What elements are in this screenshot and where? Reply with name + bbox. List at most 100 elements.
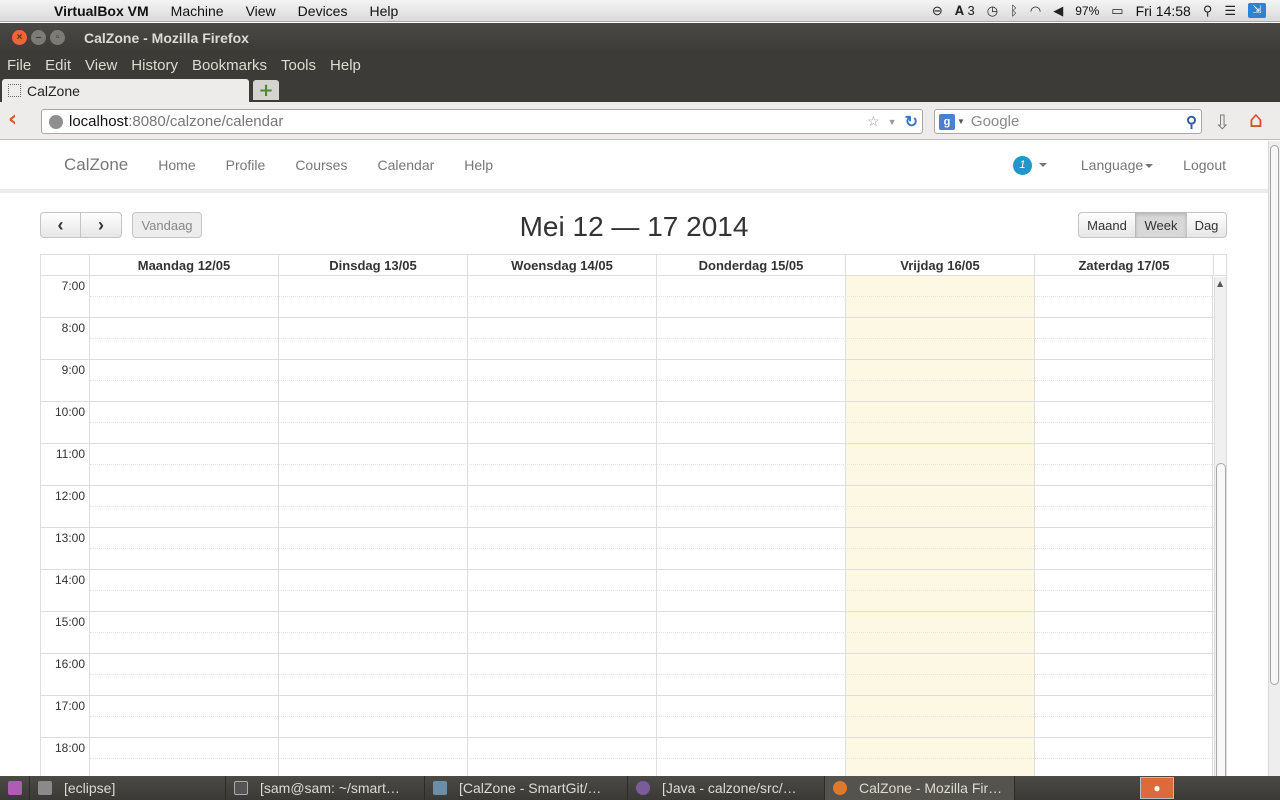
slot-cell[interactable] — [90, 444, 279, 485]
slot-cell[interactable] — [279, 654, 468, 695]
slot-cell[interactable] — [468, 318, 657, 359]
view-day-button[interactable]: Dag — [1186, 212, 1227, 238]
window-maximize-button[interactable]: ▫ — [50, 30, 65, 45]
battery-percent[interactable]: 97% — [1075, 4, 1099, 18]
adobe-icon[interactable]: 𝐀 3 — [955, 3, 975, 19]
task-eclipse[interactable]: [eclipse] — [30, 776, 226, 800]
slot-cell[interactable] — [468, 402, 657, 443]
today-slot-cell[interactable] — [846, 276, 1035, 317]
search-icon[interactable]: ⚲ — [1186, 113, 1197, 131]
slot-cell[interactable] — [279, 696, 468, 737]
bluetooth-icon[interactable]: ᛒ — [1010, 3, 1018, 18]
slot-cell[interactable] — [468, 696, 657, 737]
slot-cell[interactable] — [468, 570, 657, 611]
slot-cell[interactable] — [279, 318, 468, 359]
slot-cell[interactable] — [90, 318, 279, 359]
slot-cell[interactable] — [657, 738, 846, 776]
today-slot-cell[interactable] — [846, 486, 1035, 527]
slot-cell[interactable] — [468, 486, 657, 527]
nav-help[interactable]: Help — [464, 157, 493, 173]
slot-cell[interactable] — [90, 276, 279, 317]
virtualbox-icon[interactable]: ⇲ — [1248, 3, 1266, 18]
logout-link[interactable]: Logout — [1183, 157, 1226, 173]
spotlight-search-icon[interactable]: ⚲ — [1203, 3, 1213, 19]
today-button[interactable]: Vandaag — [132, 212, 202, 238]
window-close-button[interactable]: × — [12, 30, 27, 45]
back-button[interactable]: ‹ — [8, 109, 28, 132]
slot-cell[interactable] — [1035, 276, 1213, 317]
reload-icon[interactable]: ↻ — [905, 112, 918, 132]
search-engine-dropdown-icon[interactable]: ▼ — [957, 117, 965, 126]
volume-icon[interactable]: ◀ — [1053, 3, 1063, 19]
nav-home[interactable]: Home — [158, 157, 195, 173]
view-week-button[interactable]: Week — [1135, 212, 1187, 238]
scroll-up-icon[interactable]: ▲ — [1217, 279, 1223, 288]
google-engine-icon[interactable]: g — [939, 113, 955, 130]
slot-cell[interactable] — [1035, 696, 1213, 737]
menu-view[interactable]: View — [78, 57, 124, 74]
today-slot-cell[interactable] — [846, 402, 1035, 443]
slot-cell[interactable] — [90, 738, 279, 776]
slot-cell[interactable] — [468, 444, 657, 485]
slot-cell[interactable] — [1035, 570, 1213, 611]
battery-icon[interactable]: ▭ — [1111, 3, 1123, 19]
slot-cell[interactable] — [468, 738, 657, 776]
slot-cell[interactable] — [657, 360, 846, 401]
slot-cell[interactable] — [1035, 612, 1213, 653]
slot-cell[interactable] — [468, 612, 657, 653]
time-machine-icon[interactable]: ◷ — [987, 3, 998, 19]
menubar-app-name[interactable]: VirtualBox VM — [44, 3, 160, 19]
calendar-scroll-thumb[interactable] — [1216, 463, 1226, 776]
slot-cell[interactable] — [279, 444, 468, 485]
app-brand[interactable]: CalZone — [64, 155, 128, 175]
slot-cell[interactable] — [279, 360, 468, 401]
slot-cell[interactable] — [90, 402, 279, 443]
page-scrollbar[interactable] — [1268, 141, 1280, 776]
slot-cell[interactable] — [468, 360, 657, 401]
page-scroll-thumb[interactable] — [1270, 145, 1279, 685]
menu-history[interactable]: History — [124, 57, 185, 74]
today-slot-cell[interactable] — [846, 654, 1035, 695]
slot-cell[interactable] — [657, 276, 846, 317]
home-icon[interactable]: ⌂ — [1249, 108, 1263, 133]
view-month-button[interactable]: Maand — [1078, 212, 1136, 238]
slot-cell[interactable] — [657, 486, 846, 527]
firefox-tray-icon[interactable]: ● — [1140, 777, 1174, 799]
slot-cell[interactable] — [90, 612, 279, 653]
menu-tools[interactable]: Tools — [274, 57, 323, 74]
today-slot-cell[interactable] — [846, 738, 1035, 776]
slot-cell[interactable] — [1035, 360, 1213, 401]
menubar-item-view[interactable]: View — [235, 3, 287, 19]
do-not-disturb-icon[interactable]: ⊖ — [932, 3, 943, 19]
slot-cell[interactable] — [468, 528, 657, 569]
slot-cell[interactable] — [468, 654, 657, 695]
bookmark-star-icon[interactable]: ☆ — [867, 113, 880, 130]
slot-cell[interactable] — [468, 276, 657, 317]
slot-cell[interactable] — [1035, 528, 1213, 569]
nav-calendar[interactable]: Calendar — [377, 157, 434, 173]
slot-cell[interactable] — [657, 402, 846, 443]
tab-calzone[interactable]: CalZone — [2, 79, 249, 102]
slot-cell[interactable] — [1035, 738, 1213, 776]
search-bar[interactable]: g ▼ Google ⚲ — [934, 109, 1202, 134]
prev-week-button[interactable]: ‹ — [40, 212, 81, 238]
slot-cell[interactable] — [1035, 654, 1213, 695]
language-dropdown[interactable]: Language — [1081, 157, 1154, 173]
menubar-item-help[interactable]: Help — [358, 3, 409, 19]
slot-cell[interactable] — [1035, 402, 1213, 443]
slot-cell[interactable] — [657, 696, 846, 737]
slot-cell[interactable] — [279, 528, 468, 569]
nav-profile[interactable]: Profile — [226, 157, 266, 173]
menu-help[interactable]: Help — [323, 57, 368, 74]
slot-cell[interactable] — [657, 528, 846, 569]
menubar-item-machine[interactable]: Machine — [160, 3, 235, 19]
slot-cell[interactable] — [90, 696, 279, 737]
show-desktop-button[interactable] — [0, 776, 30, 800]
slot-cell[interactable] — [90, 528, 279, 569]
slot-cell[interactable] — [279, 402, 468, 443]
slot-cell[interactable] — [657, 612, 846, 653]
slot-cell[interactable] — [1035, 318, 1213, 359]
menu-file[interactable]: File — [0, 57, 38, 74]
slot-cell[interactable] — [90, 570, 279, 611]
slot-cell[interactable] — [90, 360, 279, 401]
